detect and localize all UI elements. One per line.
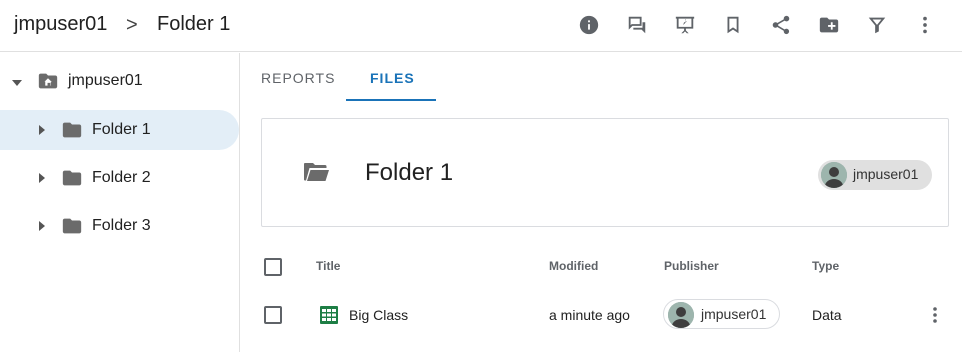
info-icon[interactable] xyxy=(576,12,602,38)
folder-icon xyxy=(61,167,83,189)
tree-item-folder-3[interactable]: Folder 3 xyxy=(0,206,239,246)
share-icon[interactable] xyxy=(768,12,794,38)
caret-down-icon[interactable] xyxy=(12,77,22,89)
publisher-chip[interactable]: jmpuser01 xyxy=(663,299,780,329)
present-icon[interactable] xyxy=(672,12,698,38)
row-title-link[interactable]: Big Class xyxy=(349,307,408,323)
avatar xyxy=(668,302,694,328)
tree-item-folder-2[interactable]: Folder 2 xyxy=(0,158,239,198)
top-header: jmpuser01 > Folder 1 xyxy=(0,0,962,52)
owner-chip[interactable]: jmpuser01 xyxy=(818,160,932,190)
more-vert-icon[interactable] xyxy=(912,12,938,38)
column-header-title[interactable]: Title xyxy=(316,259,340,273)
active-tab-indicator xyxy=(346,99,436,101)
bookmark-icon[interactable] xyxy=(720,12,746,38)
folder-title: Folder 1 xyxy=(365,159,454,186)
owner-name: jmpuser01 xyxy=(853,166,919,182)
tree-root-jmpuser01[interactable]: jmpuser01 xyxy=(0,61,239,101)
open-folder-icon xyxy=(303,161,329,183)
tree-item-folder-1[interactable]: Folder 1 xyxy=(0,110,239,150)
caret-right-icon[interactable] xyxy=(37,172,47,184)
breadcrumb-separator: > xyxy=(126,14,138,36)
caret-right-icon[interactable] xyxy=(37,220,47,232)
breadcrumb-root[interactable]: jmpuser01 xyxy=(14,13,107,36)
row-type: Data xyxy=(812,307,842,323)
column-header-modified[interactable]: Modified xyxy=(549,259,598,273)
tree-item-label: Folder 1 xyxy=(92,121,151,138)
row-modified: a minute ago xyxy=(549,307,630,323)
select-all-checkbox[interactable] xyxy=(264,258,282,276)
column-header-type[interactable]: Type xyxy=(812,259,839,273)
folder-icon xyxy=(61,119,83,141)
folder-header-card: Folder 1 jmpuser01 xyxy=(261,118,949,227)
tree-item-label: Folder 2 xyxy=(92,169,151,186)
avatar xyxy=(821,162,847,188)
comments-icon[interactable] xyxy=(624,12,650,38)
tree-root-label: jmpuser01 xyxy=(68,72,143,89)
tab-files[interactable]: FILES xyxy=(370,70,415,86)
row-more-icon[interactable] xyxy=(925,305,945,325)
publisher-name: jmpuser01 xyxy=(701,306,767,322)
row-checkbox[interactable] xyxy=(264,306,282,324)
filter-icon[interactable] xyxy=(864,12,890,38)
breadcrumb-current: Folder 1 xyxy=(157,13,231,35)
tree-item-label: Folder 3 xyxy=(92,217,151,234)
caret-right-icon[interactable] xyxy=(37,124,47,136)
data-table-icon xyxy=(319,305,339,325)
folder-icon xyxy=(61,215,83,237)
folder-tree: jmpuser01 Folder 1 Folder 2 Folder 3 xyxy=(0,53,240,352)
new-folder-icon[interactable] xyxy=(816,12,842,38)
tab-reports[interactable]: REPORTS xyxy=(261,70,335,86)
home-folder-icon xyxy=(37,70,59,92)
column-header-publisher[interactable]: Publisher xyxy=(664,259,719,273)
